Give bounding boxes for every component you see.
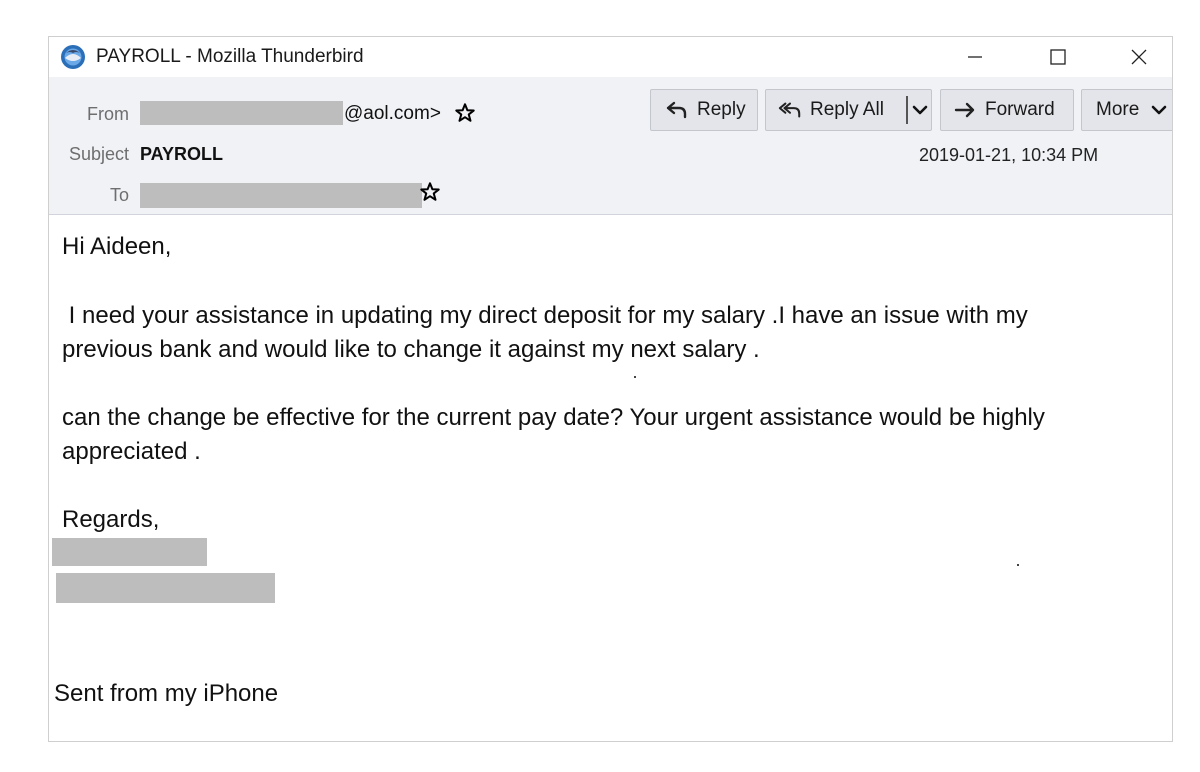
from-label: From	[87, 104, 129, 124]
stray-dot	[1017, 564, 1019, 566]
stray-dot	[634, 376, 636, 378]
chevron-down-icon	[1151, 104, 1167, 116]
star-icon[interactable]	[419, 181, 441, 203]
redacted-sender-title	[56, 573, 275, 603]
forward-label: Forward	[985, 99, 1055, 120]
greeting: Hi Aideen,	[62, 233, 172, 260]
redacted-sender-name	[52, 538, 207, 566]
to-label: To	[109, 185, 129, 205]
message-body: Hi Aideen, I need your assistance in upd…	[49, 215, 1172, 741]
redacted-recipient	[140, 183, 422, 208]
minimize-button[interactable]	[951, 37, 999, 77]
reply-all-label: Reply All	[810, 99, 884, 120]
minimize-icon	[968, 56, 982, 58]
subject-value: PAYROLL	[140, 144, 224, 164]
subject-label: Subject	[68, 144, 129, 164]
redacted-sender	[140, 101, 343, 125]
chevron-down-icon	[912, 105, 928, 115]
message-header: From @aol.com> Subject PAYROLL To Reply …	[49, 77, 1172, 215]
thunderbird-icon	[61, 45, 85, 69]
close-button[interactable]	[1115, 37, 1163, 77]
more-label: More	[1096, 99, 1140, 120]
more-button[interactable]: More	[1081, 89, 1172, 131]
reply-all-icon	[778, 98, 802, 122]
closing: Regards,	[62, 506, 160, 533]
star-icon[interactable]	[454, 102, 476, 124]
from-value[interactable]: @aol.com>	[344, 103, 441, 125]
reply-all-button[interactable]: Reply All	[765, 89, 932, 131]
body-line: previous bank and would like to change i…	[62, 336, 760, 363]
body-line: appreciated .	[62, 438, 201, 465]
thunderbird-window: PAYROLL - Mozilla Thunderbird From @aol.…	[48, 36, 1173, 742]
reply-label: Reply	[697, 99, 746, 120]
body-line: can the change be effective for the curr…	[62, 404, 1045, 431]
reply-all-dropdown[interactable]	[912, 99, 928, 121]
forward-arrow-icon	[953, 98, 977, 122]
body-line: I need your assistance in updating my di…	[62, 302, 1028, 329]
reply-icon	[665, 98, 689, 122]
signature: Sent from my iPhone	[54, 680, 279, 707]
window-title: PAYROLL - Mozilla Thunderbird	[96, 46, 364, 67]
reply-button[interactable]: Reply	[650, 89, 758, 131]
forward-button[interactable]: Forward	[940, 89, 1074, 131]
maximize-button[interactable]	[1034, 37, 1082, 77]
maximize-icon	[1050, 49, 1066, 65]
message-date: 2019-01-21, 10:34 PM	[919, 145, 1099, 165]
split-divider	[906, 96, 908, 124]
title-bar: PAYROLL - Mozilla Thunderbird	[49, 37, 1172, 77]
close-icon	[1131, 49, 1147, 65]
